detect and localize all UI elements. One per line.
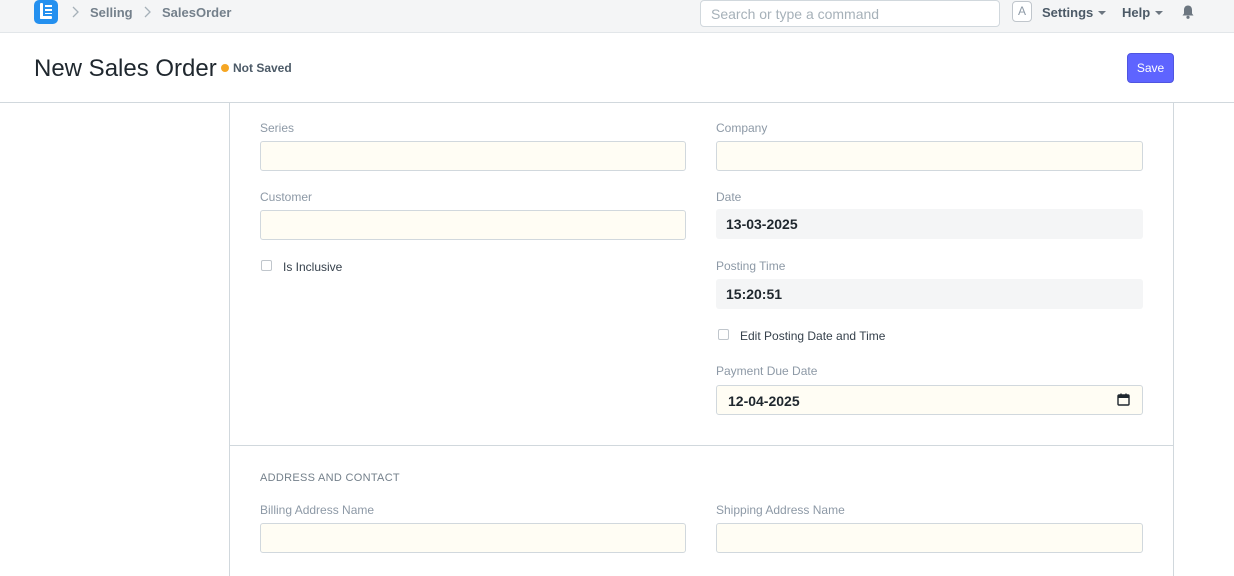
edit-posting-label: Edit Posting Date and Time (740, 329, 886, 343)
series-input[interactable] (260, 141, 686, 171)
is-inclusive-label: Is Inclusive (283, 260, 343, 274)
billing-address-input[interactable] (260, 523, 686, 553)
breadcrumb-salesorder[interactable]: SalesOrder (162, 5, 231, 20)
company-label: Company (716, 121, 768, 135)
settings-dropdown[interactable]: Settings (1042, 5, 1107, 20)
billing-address-label: Billing Address Name (260, 503, 375, 517)
help-dropdown[interactable]: Help (1122, 5, 1164, 20)
customer-input[interactable] (260, 210, 686, 240)
payment-due-date-input[interactable]: 12-04-2025 (716, 385, 1143, 415)
page-header: New Sales Order Not Saved Save (0, 33, 1234, 103)
caret-down-icon (1098, 10, 1107, 15)
series-label: Series (260, 121, 295, 135)
address-section-title: ADDRESS AND CONTACT (260, 472, 400, 484)
chevron-right-icon (72, 6, 79, 18)
bell-icon[interactable] (1181, 4, 1195, 20)
save-button[interactable]: Save (1127, 53, 1174, 83)
breadcrumb-selling[interactable]: Selling (90, 5, 133, 20)
date-label: Date (716, 190, 742, 204)
is-inclusive-checkbox[interactable] (261, 260, 272, 271)
payment-due-date-label: Payment Due Date (716, 364, 818, 378)
help-label: Help (1122, 5, 1151, 20)
navbar: Selling SalesOrder A Settings Help (0, 0, 1234, 33)
posting-time-label: Posting Time (716, 259, 786, 273)
app-logo-icon[interactable] (34, 0, 58, 24)
section-divider (230, 445, 1173, 446)
payment-due-date-value: 12-04-2025 (728, 393, 800, 409)
posting-time-value: 15:20:51 (716, 279, 1143, 309)
search-input[interactable] (700, 0, 1000, 27)
edit-posting-checkbox[interactable] (718, 329, 729, 340)
caret-down-icon (1155, 10, 1164, 15)
calendar-icon[interactable] (1117, 393, 1130, 406)
shipping-address-input[interactable] (716, 523, 1143, 553)
sales-order-form: Series Customer Is Inclusive Company Dat… (229, 103, 1174, 576)
company-input[interactable] (716, 141, 1143, 171)
avatar[interactable]: A (1012, 1, 1032, 22)
customer-label: Customer (260, 190, 313, 204)
status-badge: Not Saved (233, 61, 292, 75)
settings-label: Settings (1042, 5, 1094, 20)
page-title: New Sales Order (34, 55, 217, 82)
date-value: 13-03-2025 (716, 209, 1143, 239)
status-indicator-dot (221, 64, 229, 72)
chevron-right-icon (144, 6, 151, 18)
shipping-address-label: Shipping Address Name (716, 503, 845, 517)
